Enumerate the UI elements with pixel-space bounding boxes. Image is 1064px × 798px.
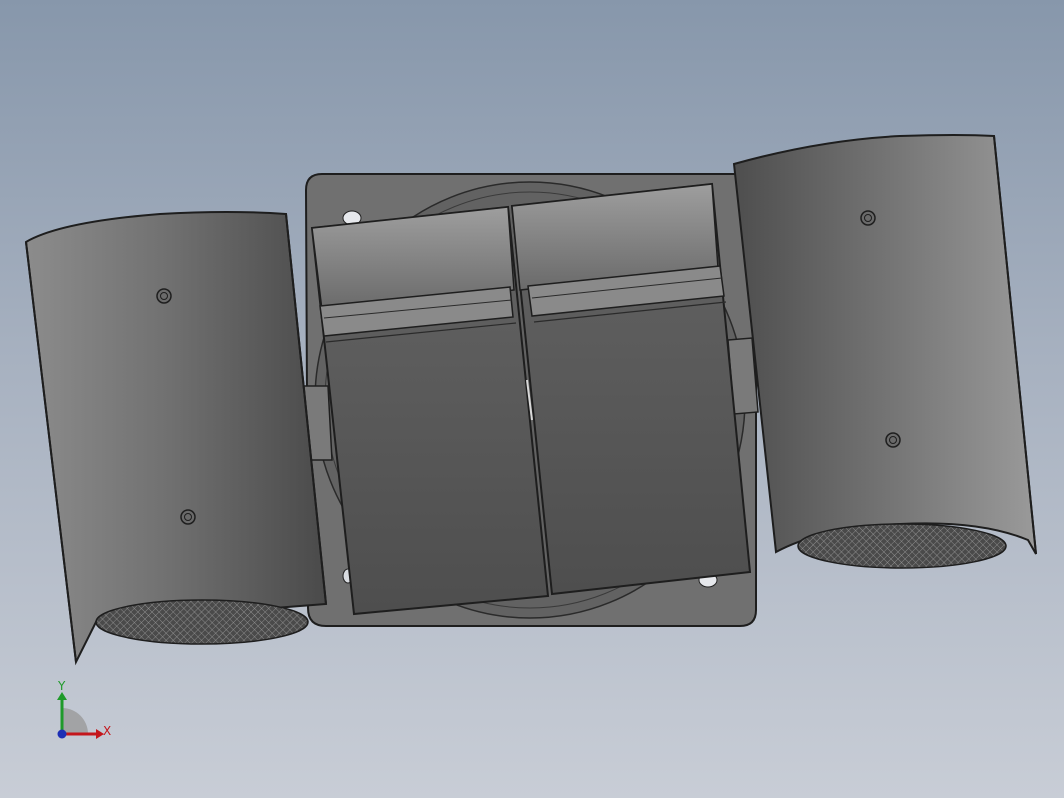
triad-plane-shade <box>62 708 88 734</box>
center-panel-left[interactable] <box>310 205 550 616</box>
right-shell[interactable] <box>732 134 1037 569</box>
z-axis-dot-icon <box>57 729 67 739</box>
left-shell[interactable] <box>24 211 328 666</box>
graphics-viewport[interactable]: X Y <box>0 0 1064 798</box>
y-arrowhead-icon <box>57 692 67 700</box>
x-axis-label: X <box>103 724 111 738</box>
y-axis-label: Y <box>57 679 66 693</box>
cad-model-view[interactable]: X Y <box>0 0 1064 798</box>
center-panel-right[interactable] <box>510 182 752 596</box>
view-orientation-triad[interactable]: X Y <box>57 679 111 739</box>
